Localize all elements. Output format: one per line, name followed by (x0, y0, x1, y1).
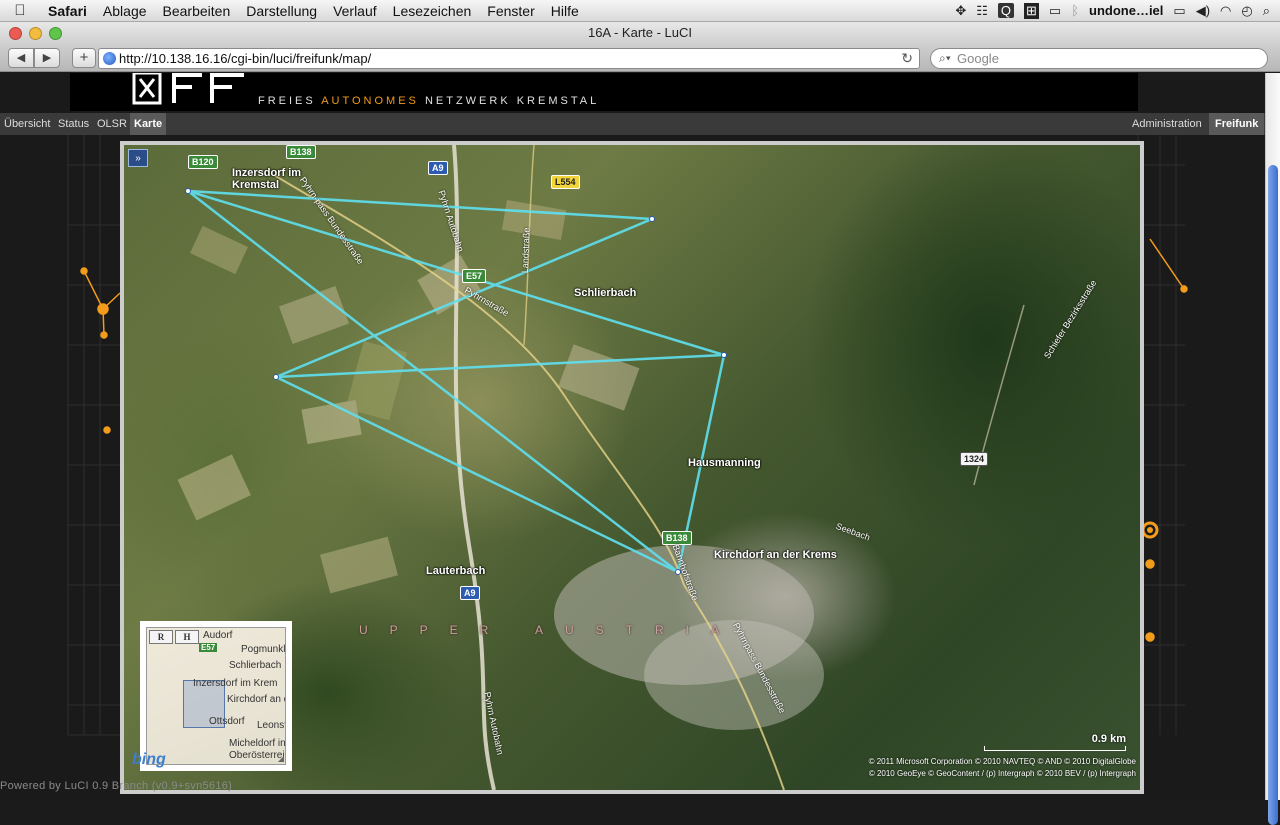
menubar:  Safari Ablage Bearbeiten Darstellung V… (0, 0, 1280, 22)
search-field[interactable]: ⌕▾ Google (930, 48, 1268, 69)
nav-freifunk[interactable]: Freifunk (1209, 113, 1265, 135)
attribution-line-2: © 2010 GeoEye © GeoContent / (p) Intergr… (868, 769, 1136, 778)
road-label-landstrasse: Landstraße (519, 227, 532, 274)
map-frame: » Inzersdorf im Kremstal Schlierbach Hau… (120, 141, 1144, 794)
overview-label-inzersdorf: Inzersdorf im Krem (193, 678, 278, 689)
bing-logo: bing (132, 751, 166, 768)
map-canvas[interactable]: » Inzersdorf im Kremstal Schlierbach Hau… (124, 145, 1140, 790)
menu-ablage[interactable]: Ablage (95, 3, 155, 19)
nav-administration[interactable]: Administration (1128, 113, 1206, 135)
move-icon[interactable]: ✥ (955, 3, 966, 19)
overview-label-audorf: Audorf (203, 630, 233, 641)
menu-lesezeichen[interactable]: Lesezeichen (385, 3, 480, 19)
resize-handle-icon[interactable]: ◢ (278, 754, 284, 763)
forward-button[interactable]: ▶ (34, 48, 60, 68)
wifi-icon[interactable]: ◠ (1220, 3, 1231, 19)
overview-road-button[interactable]: R (149, 630, 173, 644)
menu-verlauf[interactable]: Verlauf (325, 3, 385, 19)
nav-status[interactable]: Status (54, 113, 93, 135)
menu-bearbeiten[interactable]: Bearbeiten (155, 3, 239, 19)
luci-header: FREIES AUTONOMES NETZWERK KREMSTAL (70, 73, 1138, 111)
menubar-status-area: ✥ ☷ Q ⊞ ▭ ᛒ undone…iel ▭ ◀) ◠ ◴ ⌕ (955, 2, 1280, 19)
overview-map[interactable]: R H E57 Audorf Pogmunkl Schlierbach Inze… (146, 627, 286, 765)
apple-menu-icon[interactable]:  (0, 2, 40, 19)
address-text: http://10.138.16.16/cgi-bin/luci/freifun… (119, 51, 372, 66)
nav-ubersicht[interactable]: Übersicht (0, 113, 54, 135)
back-button[interactable]: ◀ (8, 48, 34, 68)
overview-label-leonst: Leonst (257, 720, 286, 731)
shield-e57: E57 (462, 269, 487, 283)
shield-1324: 1324 (960, 452, 989, 466)
menubar-user[interactable]: undone…iel (1089, 3, 1163, 18)
nav-karte[interactable]: Karte (130, 113, 167, 135)
node-west (273, 374, 279, 380)
list-icon[interactable]: ☷ (976, 3, 988, 19)
place-label-schlierbach: Schlierbach (574, 287, 637, 299)
node-schlierbach (721, 352, 727, 358)
tagline: FREIES AUTONOMES NETZWERK KREMSTAL (258, 95, 600, 107)
plus-icon: + (79, 49, 89, 66)
ffnk-logo (132, 73, 244, 105)
place-label-kirchdorf: Kirchdorf an der Krems (714, 549, 837, 561)
browser-toolbar: ◀ ▶ + http://10.138.16.16/cgi-bin/luci/f… (0, 44, 1280, 72)
scale-line (984, 746, 1126, 751)
forward-arrow-icon: ▶ (42, 52, 52, 64)
page-viewport: FREIES AUTONOMES NETZWERK KREMSTAL Übers… (0, 73, 1265, 800)
shield-a9-south: A9 (460, 586, 480, 600)
map-attribution: © 2011 Microsoft Corporation © 2010 NAVT… (836, 756, 1136, 780)
search-icon: ⌕▾ (939, 51, 951, 65)
overview-label-oberosterreich: Oberösterrei (229, 750, 285, 761)
place-label-lauterbach: Lauterbach (426, 565, 486, 577)
scale-bar: 0.9 km (984, 733, 1126, 753)
address-field[interactable]: http://10.138.16.16/cgi-bin/luci/freifun… (98, 48, 920, 69)
bluetooth-icon[interactable]: ᛒ (1071, 3, 1079, 18)
window-title: 16A - Karte - LuCI (587, 25, 693, 40)
window-titlebar: 16A - Karte - LuCI (0, 22, 1280, 44)
overview-map-panel[interactable]: R H E57 Audorf Pogmunkl Schlierbach Inze… (140, 621, 292, 771)
scrollbar-thumb[interactable] (1268, 165, 1278, 825)
overview-shield-e57: E57 (199, 643, 218, 652)
grid-icon[interactable]: ⊞ (1024, 2, 1039, 19)
overview-hybrid-button[interactable]: H (175, 630, 199, 644)
overview-label-schlierbach: Schlierbach (229, 660, 282, 671)
quicksilver-icon[interactable]: Q (997, 3, 1014, 18)
menu-darstellung[interactable]: Darstellung (238, 3, 325, 19)
overview-label-kirchdorf: Kirchdorf an d (227, 694, 286, 705)
add-bookmark-button[interactable]: + (72, 48, 96, 68)
back-arrow-icon: ◀ (16, 52, 26, 64)
close-window-button[interactable] (9, 27, 22, 40)
zoom-window-button[interactable] (49, 27, 62, 40)
shield-b138-north: B138 (286, 145, 316, 159)
battery-icon[interactable]: ▭ (1173, 3, 1185, 19)
overview-label-pogmunkl: Pogmunkl (241, 644, 286, 655)
search-placeholder: Google (957, 51, 999, 66)
node-north (649, 216, 655, 222)
nav-olsr[interactable]: OLSR (93, 113, 131, 135)
scale-label: 0.9 km (1091, 733, 1126, 745)
globe-icon (103, 52, 116, 65)
minimize-window-button[interactable] (29, 27, 42, 40)
layer-switcher-button[interactable]: » (128, 149, 148, 167)
overview-label-micheldorf: Micheldorf in (229, 738, 286, 749)
shield-l554: L554 (551, 175, 580, 189)
menu-hilfe[interactable]: Hilfe (543, 3, 587, 19)
menu-fenster[interactable]: Fenster (479, 3, 542, 19)
volume-icon[interactable]: ◀) (1196, 3, 1210, 19)
place-label-hausmanning: Hausmanning (688, 457, 761, 469)
shield-b120: B120 (188, 155, 218, 169)
menu-safari[interactable]: Safari (40, 3, 95, 19)
clock-icon[interactable]: ◴ (1241, 3, 1252, 19)
spotlight-search-icon[interactable]: ⌕ (1263, 3, 1270, 19)
reload-icon[interactable]: ↻ (901, 49, 913, 68)
display-icon[interactable]: ▭ (1049, 3, 1061, 19)
attribution-line-1: © 2011 Microsoft Corporation © 2010 NAVT… (868, 757, 1136, 766)
node-inzersdorf (185, 188, 191, 194)
page-footer: Powered by LuCI 0.9 Branch (v0.9+svn5616… (0, 780, 233, 792)
vertical-scrollbar[interactable] (1265, 73, 1280, 825)
shield-a9-north: A9 (428, 161, 448, 175)
main-navigation: Übersicht Status OLSR Karte Administrati… (0, 113, 1265, 135)
region-label: UPPER AUSTRIA (359, 623, 742, 637)
overview-label-ottsdorf: Ottsdorf (209, 716, 245, 727)
